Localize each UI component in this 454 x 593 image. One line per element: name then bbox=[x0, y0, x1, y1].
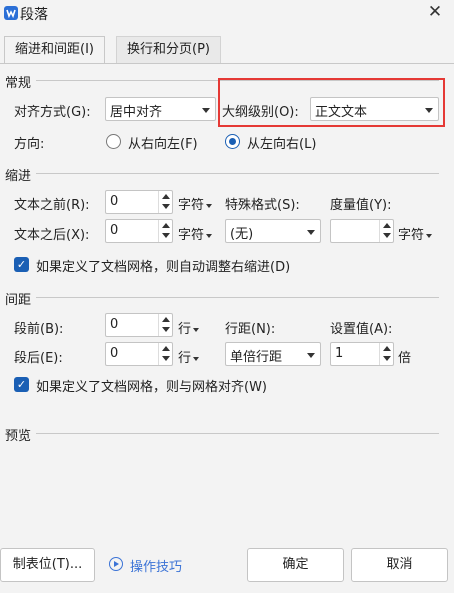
auto-adjust-label: 如果定义了文档网格，则自动调整右缩进(D) bbox=[36, 260, 291, 275]
rtl-radio[interactable] bbox=[106, 134, 121, 149]
section-spacing-title: 间距 bbox=[5, 293, 32, 308]
snap-grid-checkbox[interactable]: ✓ bbox=[14, 377, 29, 392]
setting-value-unit: 倍 bbox=[398, 351, 412, 366]
chevron-down-icon bbox=[193, 327, 200, 332]
space-after-unit-text: 行 bbox=[178, 351, 192, 366]
arrow-up-icon bbox=[383, 346, 391, 351]
close-icon[interactable]: ✕ bbox=[424, 0, 446, 24]
indent-before-label: 文本之前(R): bbox=[14, 198, 90, 213]
measure-unit-text: 字符 bbox=[398, 228, 425, 243]
outline-level-select[interactable]: 正文文本 bbox=[310, 97, 439, 121]
chevron-down-icon bbox=[425, 108, 433, 113]
measure-unit[interactable]: 字符 bbox=[398, 224, 433, 243]
ltr-radio[interactable] bbox=[225, 134, 240, 149]
arrow-up-icon bbox=[383, 223, 391, 228]
chevron-down-icon bbox=[202, 108, 210, 113]
play-circle-icon bbox=[109, 557, 123, 571]
tab-line-page-breaks[interactable]: 换行和分页(P) bbox=[116, 36, 221, 64]
space-before-unit[interactable]: 行 bbox=[178, 318, 200, 337]
spinner-arrows[interactable] bbox=[158, 343, 172, 365]
tips-link[interactable]: 操作技巧 bbox=[130, 556, 182, 575]
chevron-down-icon bbox=[307, 230, 315, 235]
arrow-up-icon bbox=[162, 194, 170, 199]
title-bar bbox=[0, 0, 454, 28]
arrow-down-icon bbox=[162, 204, 170, 209]
ok-button[interactable]: 确定 bbox=[247, 548, 344, 582]
space-before-value: 0 bbox=[110, 317, 119, 332]
alignment-label: 对齐方式(G): bbox=[14, 105, 91, 120]
indent-before-unit-text: 字符 bbox=[178, 198, 205, 213]
section-indent-divider bbox=[36, 173, 439, 174]
chevron-down-icon bbox=[426, 233, 433, 238]
special-format-value: (无) bbox=[230, 227, 254, 242]
setting-value-spinner[interactable]: 1 bbox=[330, 342, 394, 366]
line-spacing-label: 行距(N): bbox=[225, 322, 276, 337]
spinner-arrows[interactable] bbox=[379, 220, 393, 242]
preview-area bbox=[8, 442, 442, 532]
section-general-title: 常规 bbox=[5, 76, 32, 91]
arrow-up-icon bbox=[162, 346, 170, 351]
spinner-arrows[interactable] bbox=[158, 314, 172, 336]
special-format-label: 特殊格式(S): bbox=[225, 198, 300, 213]
wps-app-icon bbox=[4, 6, 18, 20]
direction-label: 方向: bbox=[14, 137, 45, 152]
dialog-title: 段落 bbox=[20, 7, 48, 23]
space-after-unit[interactable]: 行 bbox=[178, 347, 200, 366]
indent-after-unit[interactable]: 字符 bbox=[178, 224, 213, 243]
alignment-value: 居中对齐 bbox=[110, 105, 163, 120]
arrow-down-icon bbox=[162, 233, 170, 238]
indent-before-value: 0 bbox=[110, 194, 119, 209]
spinner-arrows[interactable] bbox=[379, 343, 393, 365]
indent-after-spinner[interactable]: 0 bbox=[105, 219, 173, 243]
space-after-label: 段后(E): bbox=[14, 351, 63, 366]
indent-before-unit[interactable]: 字符 bbox=[178, 194, 213, 213]
setting-value-label: 设置值(A): bbox=[330, 322, 393, 337]
arrow-down-icon bbox=[162, 327, 170, 332]
chevron-down-icon bbox=[307, 353, 315, 358]
arrow-up-icon bbox=[162, 317, 170, 322]
cancel-button[interactable]: 取消 bbox=[351, 548, 448, 582]
space-before-label: 段前(B): bbox=[14, 322, 64, 337]
tab-divider bbox=[0, 63, 454, 64]
tab-indent-spacing[interactable]: 缩进和间距(I) bbox=[4, 36, 105, 64]
arrow-up-icon bbox=[162, 223, 170, 228]
section-indent-title: 缩进 bbox=[5, 169, 32, 184]
outline-level-value: 正文文本 bbox=[315, 105, 368, 120]
indent-after-unit-text: 字符 bbox=[178, 228, 205, 243]
space-before-unit-text: 行 bbox=[178, 322, 192, 337]
outline-level-label: 大纲级别(O): bbox=[222, 105, 299, 120]
space-after-spinner[interactable]: 0 bbox=[105, 342, 173, 366]
indent-before-spinner[interactable]: 0 bbox=[105, 190, 173, 214]
tab-stops-button[interactable]: 制表位(T)... bbox=[0, 548, 95, 582]
chevron-down-icon bbox=[193, 356, 200, 361]
auto-adjust-checkbox[interactable]: ✓ bbox=[14, 257, 29, 272]
alignment-select[interactable]: 居中对齐 bbox=[105, 97, 216, 121]
arrow-down-icon bbox=[383, 233, 391, 238]
spinner-arrows[interactable] bbox=[158, 220, 172, 242]
rtl-label: 从右向左(F) bbox=[128, 137, 198, 152]
chevron-down-icon bbox=[206, 203, 213, 208]
snap-grid-label: 如果定义了文档网格，则与网格对齐(W) bbox=[36, 380, 267, 395]
setting-value: 1 bbox=[335, 346, 344, 361]
arrow-down-icon bbox=[162, 356, 170, 361]
arrow-down-icon bbox=[383, 356, 391, 361]
section-spacing-divider bbox=[36, 297, 439, 298]
ltr-label: 从左向右(L) bbox=[247, 137, 317, 152]
measure-label: 度量值(Y): bbox=[330, 198, 392, 213]
indent-after-label: 文本之后(X): bbox=[14, 228, 90, 243]
chevron-down-icon bbox=[206, 233, 213, 238]
space-after-value: 0 bbox=[110, 346, 119, 361]
space-before-spinner[interactable]: 0 bbox=[105, 313, 173, 337]
special-format-select[interactable]: (无) bbox=[225, 219, 321, 243]
spinner-arrows[interactable] bbox=[158, 191, 172, 213]
line-spacing-select[interactable]: 单倍行距 bbox=[225, 342, 321, 366]
indent-after-value: 0 bbox=[110, 223, 119, 238]
measure-spinner[interactable] bbox=[330, 219, 394, 243]
line-spacing-value: 单倍行距 bbox=[230, 350, 283, 365]
section-preview-divider bbox=[36, 433, 439, 434]
